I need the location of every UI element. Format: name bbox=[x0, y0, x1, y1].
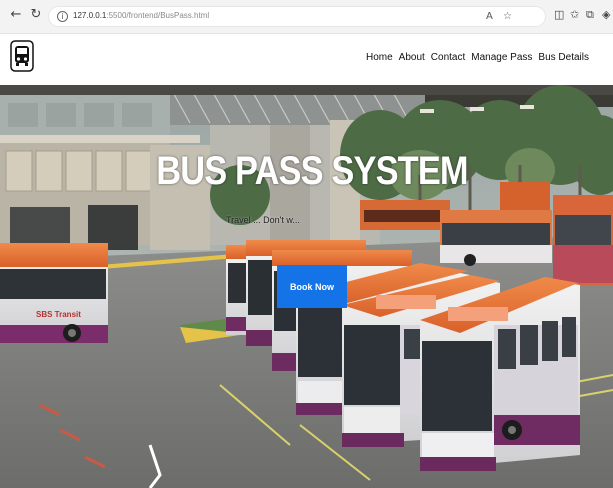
nav-home[interactable]: Home bbox=[366, 52, 393, 63]
hero-title: BUS PASS SYSTEM bbox=[156, 149, 468, 193]
extensions-icon[interactable]: ◈ bbox=[602, 8, 610, 22]
favorites-icon[interactable]: ✩ bbox=[570, 8, 579, 22]
collections-icon[interactable]: ⧉ bbox=[586, 8, 594, 22]
bus-brand-text: SBS Transit bbox=[36, 310, 81, 319]
read-aloud-icon[interactable]: A bbox=[486, 11, 493, 23]
address-bar[interactable]: i 127.0.0.1:5500/frontend/BusPass.html A… bbox=[48, 6, 546, 27]
browser-toolbar: ← ↻ i 127.0.0.1:5500/frontend/BusPass.ht… bbox=[0, 0, 613, 34]
url-text[interactable]: 127.0.0.1:5500/frontend/BusPass.html bbox=[73, 11, 209, 20]
bus-logo-icon[interactable] bbox=[10, 40, 34, 72]
favorite-star-icon[interactable]: ☆ bbox=[503, 11, 512, 23]
site-info-icon[interactable]: i bbox=[57, 11, 68, 22]
split-screen-icon[interactable]: ◫ bbox=[554, 8, 564, 22]
nav-manage-pass[interactable]: Manage Pass bbox=[471, 52, 532, 63]
hero-subtitle: Travel ... Don't w... bbox=[226, 215, 300, 225]
main-nav: Home About Contact Manage Pass Bus Detai… bbox=[366, 52, 589, 63]
book-now-button[interactable]: Book Now bbox=[277, 265, 347, 308]
nav-bus-details[interactable]: Bus Details bbox=[538, 52, 589, 63]
refresh-icon[interactable]: ↻ bbox=[28, 7, 44, 23]
nav-contact[interactable]: Contact bbox=[431, 52, 465, 63]
hero-section: SBS Transit BUS PASS SYSTEM Travel ... D… bbox=[0, 85, 613, 488]
nav-about[interactable]: About bbox=[399, 52, 425, 63]
url-host: 127.0.0.1 bbox=[73, 11, 107, 20]
site-header: Home About Contact Manage Pass Bus Detai… bbox=[0, 34, 613, 85]
url-path: :5500/frontend/BusPass.html bbox=[106, 11, 210, 20]
back-arrow-icon[interactable]: ← bbox=[8, 7, 24, 23]
